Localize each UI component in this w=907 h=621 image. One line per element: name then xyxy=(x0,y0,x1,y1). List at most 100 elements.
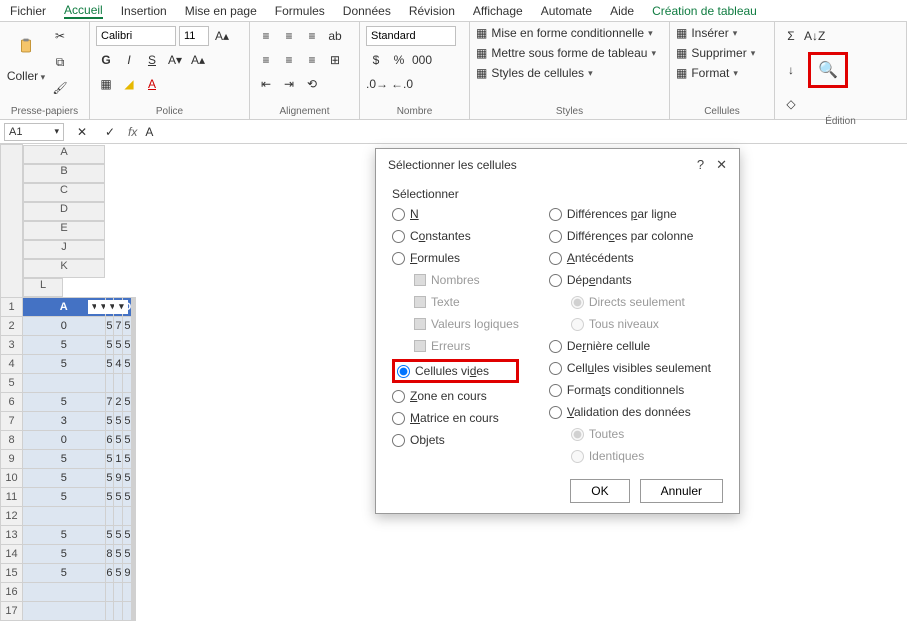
thousands-icon[interactable]: 000 xyxy=(412,50,432,70)
cell[interactable]: 7 xyxy=(114,316,123,335)
cell[interactable] xyxy=(135,449,136,468)
increase-font-icon2[interactable]: A▴ xyxy=(188,50,208,70)
cell[interactable]: 4 xyxy=(114,354,123,373)
row-header[interactable]: 8 xyxy=(1,430,23,449)
cell[interactable]: 8 xyxy=(105,544,114,563)
cell[interactable]: 5 xyxy=(23,525,106,544)
format-painter-icon[interactable]: 🖌 xyxy=(50,78,70,98)
cell[interactable] xyxy=(135,487,136,506)
decrease-font-icon[interactable]: A▾ xyxy=(165,50,185,70)
table-header-d[interactable]: D▾ xyxy=(123,297,132,316)
cell[interactable]: 7 xyxy=(105,392,114,411)
cell[interactable] xyxy=(135,354,136,373)
cell[interactable]: 5 xyxy=(105,487,114,506)
radio-antecedents[interactable]: Antécédents xyxy=(549,249,711,267)
italic-button[interactable]: I xyxy=(119,50,139,70)
row-header[interactable]: 1 xyxy=(1,297,23,316)
cell[interactable] xyxy=(123,601,132,620)
radio-constantes[interactable]: Constantes xyxy=(392,227,519,245)
find-select-button[interactable]: 🔍 xyxy=(808,52,848,88)
cell[interactable]: 5 xyxy=(23,354,106,373)
cell[interactable]: 5 xyxy=(114,335,123,354)
number-format-select[interactable] xyxy=(366,26,456,46)
radio-formats-cond[interactable]: Formats conditionnels xyxy=(549,381,711,399)
increase-decimal-icon[interactable]: .0→ xyxy=(366,74,388,94)
cell[interactable] xyxy=(135,582,136,601)
cell[interactable]: 5 xyxy=(114,430,123,449)
help-icon[interactable]: ? xyxy=(697,157,704,173)
fill-color-icon[interactable]: ◢ xyxy=(119,74,139,94)
cell[interactable]: 5 xyxy=(123,525,132,544)
currency-icon[interactable]: $ xyxy=(366,50,386,70)
cell[interactable] xyxy=(135,601,136,620)
row-header[interactable]: 16 xyxy=(1,582,23,601)
cell[interactable]: 5 xyxy=(123,487,132,506)
indent-increase-icon[interactable]: ⇥ xyxy=(279,74,299,94)
menu-fichier[interactable]: Fichier xyxy=(10,4,46,18)
radio-diff-colonne[interactable]: Différences par colonne xyxy=(549,227,711,245)
cell[interactable] xyxy=(114,582,123,601)
font-color-icon[interactable]: A xyxy=(142,74,162,94)
delete-cells-button[interactable]: ▦Supprimer xyxy=(676,46,755,60)
menu-creation-tableau[interactable]: Création de tableau xyxy=(652,4,757,18)
cell-styles-button[interactable]: ▦Styles de cellules xyxy=(476,66,593,80)
align-center-icon[interactable]: ≡ xyxy=(279,50,299,70)
cell[interactable]: 5 xyxy=(23,544,106,563)
cell[interactable]: 5 xyxy=(123,411,132,430)
cell[interactable]: 5 xyxy=(23,449,106,468)
radio-formules[interactable]: Formules xyxy=(392,249,519,267)
decrease-decimal-icon[interactable]: ←.0 xyxy=(391,74,413,94)
fill-icon[interactable]: ↓ xyxy=(781,60,801,80)
select-all-corner[interactable] xyxy=(1,145,23,298)
row-header[interactable]: 12 xyxy=(1,506,23,525)
cell[interactable]: 5 xyxy=(23,335,106,354)
cell[interactable]: 5 xyxy=(105,411,114,430)
cell[interactable]: 3 xyxy=(23,411,106,430)
cell[interactable]: 5 xyxy=(114,563,123,582)
name-box[interactable]: A1▾ xyxy=(4,123,64,141)
menu-aide[interactable]: Aide xyxy=(610,4,634,18)
copy-icon[interactable]: ⧉ xyxy=(50,52,70,72)
enter-formula-icon[interactable]: ✓ xyxy=(100,122,120,142)
cell[interactable] xyxy=(135,373,136,392)
paste-label[interactable]: Coller xyxy=(7,69,45,83)
cell[interactable]: 9 xyxy=(114,468,123,487)
cell[interactable]: 5 xyxy=(105,354,114,373)
cell[interactable] xyxy=(135,563,136,582)
cell[interactable]: 5 xyxy=(123,449,132,468)
cell[interactable] xyxy=(135,430,136,449)
cell[interactable] xyxy=(135,468,136,487)
row-header[interactable]: 14 xyxy=(1,544,23,563)
indent-decrease-icon[interactable]: ⇤ xyxy=(256,74,276,94)
cell[interactable] xyxy=(23,601,106,620)
row-header[interactable]: 6 xyxy=(1,392,23,411)
cell[interactable]: 5 xyxy=(23,487,106,506)
align-right-icon[interactable]: ≡ xyxy=(302,50,322,70)
cell[interactable] xyxy=(23,506,106,525)
row-header[interactable]: 10 xyxy=(1,468,23,487)
cell[interactable] xyxy=(114,373,123,392)
row-header[interactable]: 13 xyxy=(1,525,23,544)
format-as-table-button[interactable]: ▦Mettre sous forme de tableau xyxy=(476,46,656,60)
fx-icon[interactable]: fx xyxy=(128,125,137,139)
radio-visibles[interactable]: Cellules visibles seulement xyxy=(549,359,711,377)
cell[interactable] xyxy=(135,506,136,525)
radio-matrice[interactable]: Matrice en cours xyxy=(392,409,519,427)
cell[interactable]: 5 xyxy=(105,335,114,354)
row-header[interactable]: 9 xyxy=(1,449,23,468)
cut-icon[interactable]: ✂ xyxy=(50,26,70,46)
font-name-select[interactable] xyxy=(96,26,176,46)
cell[interactable]: 5 xyxy=(123,354,132,373)
menu-formules[interactable]: Formules xyxy=(275,4,325,18)
cell[interactable] xyxy=(105,506,114,525)
row-header[interactable]: 7 xyxy=(1,411,23,430)
cell[interactable] xyxy=(123,373,132,392)
menu-automate[interactable]: Automate xyxy=(541,4,592,18)
cell[interactable] xyxy=(114,506,123,525)
sort-filter-icon[interactable]: A↓Z xyxy=(804,26,825,46)
col-header-b[interactable]: B xyxy=(23,164,105,183)
cell[interactable]: 5 xyxy=(105,316,114,335)
row-header[interactable]: 15 xyxy=(1,563,23,582)
insert-cells-button[interactable]: ▦Insérer xyxy=(676,26,737,40)
radio-dependants[interactable]: Dépendants xyxy=(549,271,711,289)
